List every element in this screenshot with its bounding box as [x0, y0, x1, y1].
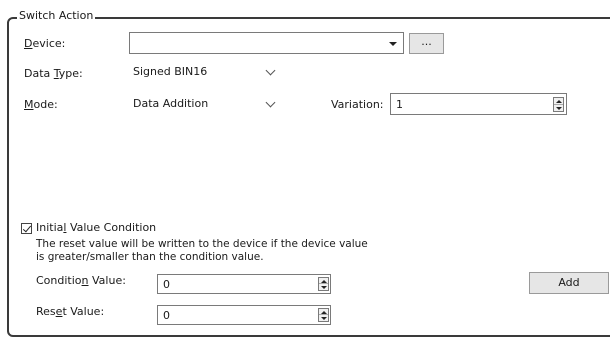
condition-description-line2: is greater/smaller than the condition va… — [36, 251, 264, 263]
mode-label: Mode: — [24, 98, 58, 111]
data-type-select[interactable]: Signed BIN16 — [129, 61, 284, 83]
data-type-label: Data Type: — [24, 67, 83, 80]
variation-input[interactable]: 1 — [390, 93, 567, 115]
initial-value-condition-label[interactable]: Initial Value Condition — [36, 221, 156, 235]
variation-label: Variation: — [331, 98, 384, 111]
browse-device-button[interactable]: ... — [409, 33, 444, 54]
mode-value: Data Addition — [133, 97, 209, 110]
condition-value: 0 — [163, 278, 170, 291]
reset-value-label: Reset Value: — [36, 305, 105, 318]
reset-value-input[interactable]: 0 — [157, 305, 331, 325]
initial-value-condition-checkbox[interactable] — [21, 223, 32, 234]
variation-spinner[interactable] — [553, 97, 564, 112]
device-combo[interactable] — [129, 32, 404, 54]
reset-value: 0 — [163, 309, 170, 322]
variation-value: 1 — [396, 98, 403, 111]
spin-down-icon[interactable] — [319, 284, 328, 290]
reset-value-spinner[interactable] — [318, 308, 329, 322]
chevron-down-icon[interactable] — [265, 97, 276, 108]
spin-down-icon[interactable] — [554, 105, 563, 112]
mode-select[interactable]: Data Addition — [129, 93, 284, 115]
checkmark-icon — [22, 223, 32, 233]
add-button[interactable]: Add — [529, 272, 609, 294]
condition-value-input[interactable]: 0 — [157, 274, 331, 294]
group-title: Switch Action — [17, 9, 96, 23]
spin-down-icon[interactable] — [319, 315, 328, 321]
chevron-down-icon[interactable] — [265, 65, 276, 76]
dropdown-arrow-icon[interactable] — [389, 42, 397, 46]
condition-description-line1: The reset value will be written to the d… — [36, 238, 368, 250]
device-label: Device: — [24, 37, 66, 50]
condition-value-spinner[interactable] — [318, 277, 329, 291]
data-type-value: Signed BIN16 — [133, 65, 208, 78]
condition-value-label: Condition Value: — [36, 274, 126, 287]
